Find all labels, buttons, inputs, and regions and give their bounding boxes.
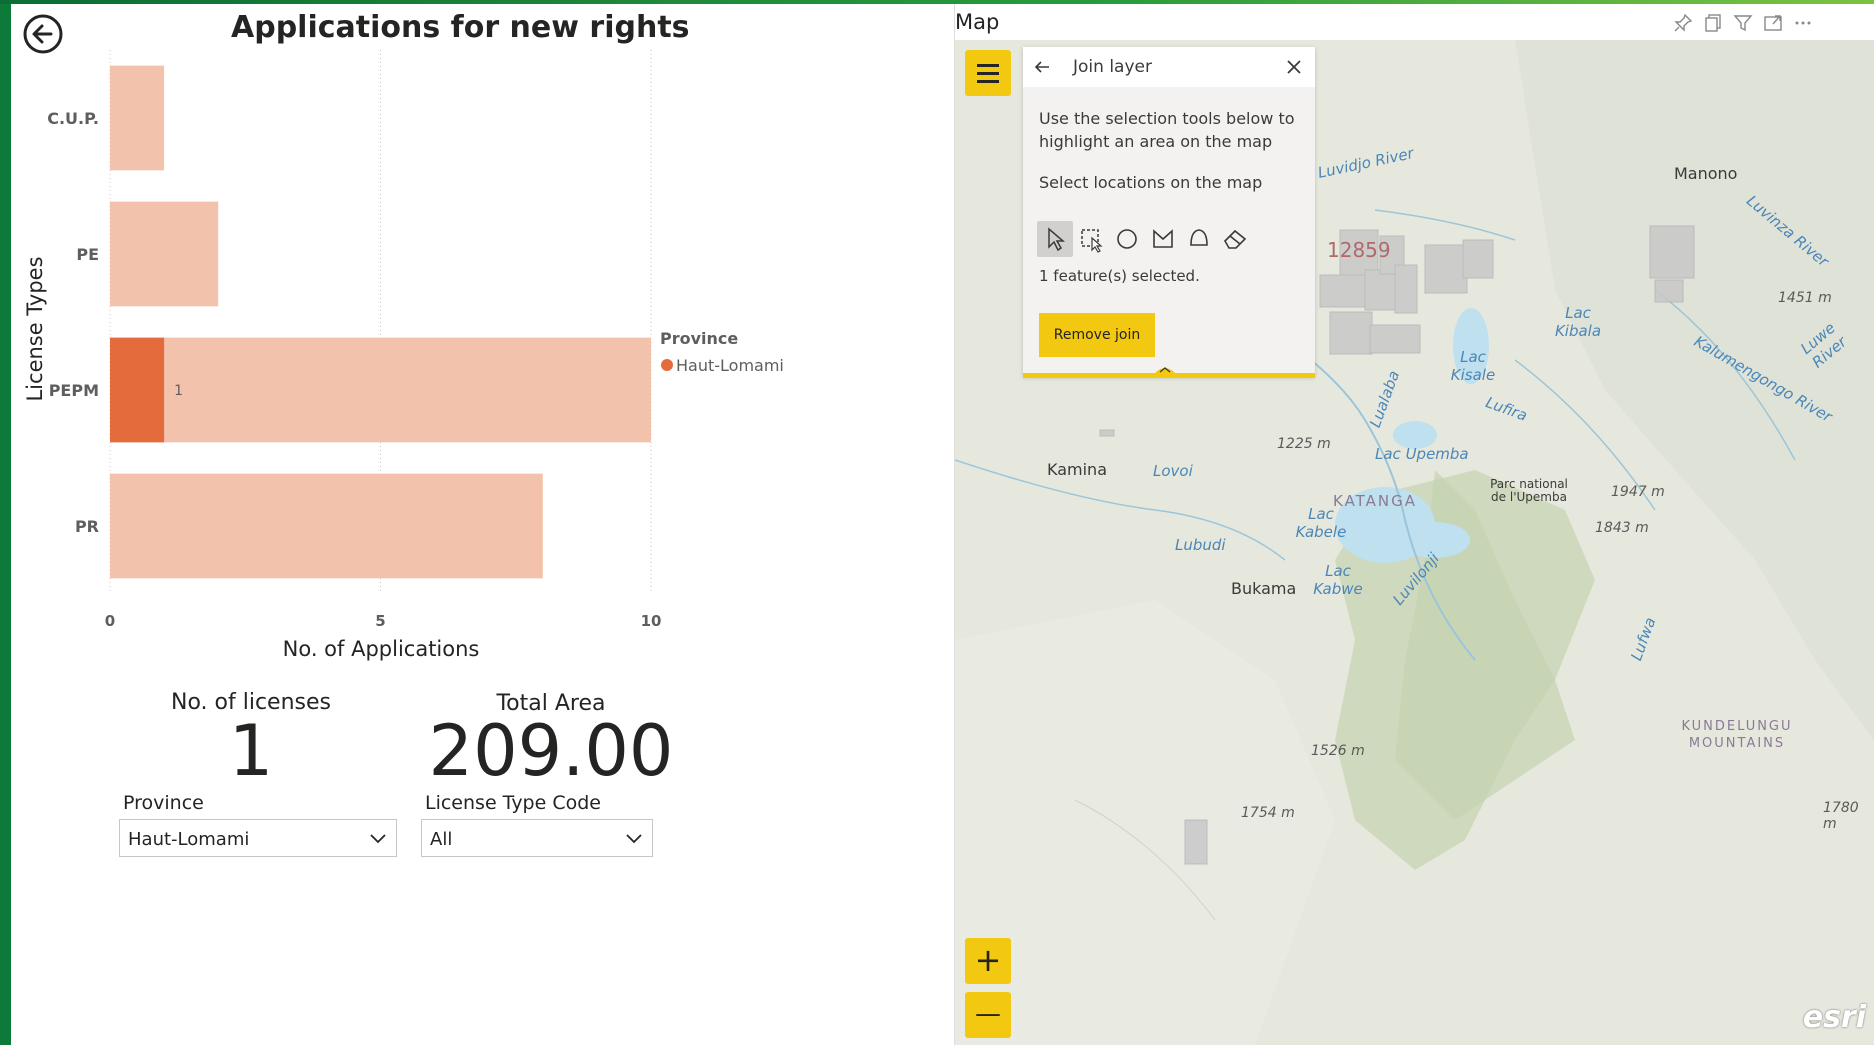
bar-chart: 0 5 10 C.U.P. PE PEPM PR 1 No. of Applications Li… (23, 50, 784, 661)
x-tick-label: 5 (375, 612, 385, 630)
legend-entry: Haut-Lomami (676, 356, 784, 375)
copy-icon[interactable] (1703, 13, 1723, 33)
lasso-select-icon[interactable] (1145, 221, 1181, 257)
menu-hamburger-button[interactable] (965, 50, 1011, 96)
elevation-label: 1451 m (1778, 290, 1832, 306)
province-slicer-label: Province (123, 792, 204, 814)
elevation-label: 1754 m (1241, 805, 1295, 821)
elevation-label: 1843 m (1595, 520, 1649, 536)
bar (110, 337, 651, 443)
water-label: Lubudi (1175, 536, 1226, 554)
chevron-down-icon (370, 834, 386, 844)
join-layer-title: Join layer (1073, 57, 1152, 77)
zoom-out-button[interactable]: — (965, 992, 1011, 1038)
map-header: Map (955, 4, 1874, 40)
rectangle-select-icon[interactable] (1073, 221, 1109, 257)
license-type-slicer-label: License Type Code (425, 792, 601, 814)
x-axis-title: No. of Applications (283, 637, 480, 661)
elevation-label: 1780 m (1823, 800, 1859, 832)
join-layer-panel-header: Join layer (1023, 47, 1315, 87)
bar (110, 473, 543, 579)
join-layer-panel: Join layer Use the selection tools below… (1023, 47, 1315, 378)
legend-marker (661, 359, 673, 371)
more-options-icon[interactable] (1793, 13, 1813, 33)
water-label: Lac Upemba (1375, 445, 1469, 463)
x-tick-label: 10 (641, 612, 662, 630)
province-slicer-value: Haut-Lomami (128, 829, 250, 850)
water-label: Lovoi (1153, 462, 1193, 480)
bar (110, 65, 165, 171)
map-visual: Map 12859 Manono Kamina Bukama Luvidjo R… (955, 4, 1874, 1045)
data-label: 1 (174, 383, 183, 399)
selection-count: 1 feature(s) selected. (1039, 267, 1200, 285)
eraser-icon[interactable] (1217, 221, 1253, 257)
water-label: Lac Kabele (1295, 505, 1347, 541)
water-label: Lac Kisale (1450, 348, 1496, 384)
pointer-select-icon[interactable] (1037, 221, 1073, 257)
y-category-label: PR (75, 517, 99, 536)
polygon-select-icon[interactable] (1181, 221, 1217, 257)
x-tick-label: 0 (105, 612, 115, 630)
elevation-label: 1526 m (1311, 743, 1365, 759)
elevation-label: 1225 m (1277, 436, 1331, 452)
close-icon[interactable] (1285, 58, 1303, 76)
bar (110, 201, 219, 307)
water-label: Lac Kibala (1554, 304, 1602, 340)
esri-logo: esri (1802, 1000, 1866, 1035)
park-label: Parc national de l'Upemba (1490, 477, 1568, 504)
map-canvas[interactable]: 12859 Manono Kamina Bukama Luvidjo River… (955, 40, 1874, 1045)
back-arrow-icon[interactable] (1033, 58, 1051, 76)
focus-mode-icon[interactable] (1763, 13, 1783, 33)
map-title: Map (955, 10, 1000, 34)
y-category-label: PE (76, 245, 99, 264)
licenses-kpi-value: 1 (228, 710, 274, 792)
province-slicer[interactable]: Haut-Lomami (119, 819, 397, 857)
panel-accent-bar (1023, 373, 1315, 378)
chevron-down-icon (626, 834, 642, 844)
selected-feature-label[interactable]: 12859 (1327, 238, 1391, 262)
filter-icon[interactable] (1733, 13, 1753, 33)
license-type-slicer[interactable]: All (421, 819, 653, 857)
place-label: Manono (1674, 164, 1738, 183)
area-kpi-value: 209.00 (428, 710, 674, 792)
region-label: KATANGA (1333, 492, 1418, 510)
report-left-panel: Applications for new rights 0 5 10 C.U.P. PE… (11, 4, 954, 1045)
select-locations-heading: Select locations on the map (1039, 173, 1263, 192)
place-label: Kamina (1047, 460, 1107, 479)
license-type-slicer-value: All (430, 829, 453, 850)
circle-select-icon[interactable] (1109, 221, 1145, 257)
bar (110, 337, 165, 443)
zoom-in-button[interactable]: + (965, 938, 1011, 984)
y-category-label: C.U.P. (47, 109, 99, 128)
region-label: KUNDELUNGU MOUNTAINS (1681, 719, 1793, 751)
pin-icon[interactable] (1673, 13, 1693, 33)
y-axis-title: License Types (23, 256, 47, 401)
legend-title: Province (660, 329, 738, 348)
y-category-label: PEPM (49, 381, 99, 400)
remove-join-button[interactable]: Remove join (1039, 313, 1155, 357)
elevation-label: 1947 m (1611, 484, 1665, 500)
water-label: Lac Kabwe (1313, 562, 1363, 598)
join-layer-instructions: Use the selection tools below to highlig… (1039, 109, 1295, 151)
place-label: Bukama (1231, 579, 1297, 598)
